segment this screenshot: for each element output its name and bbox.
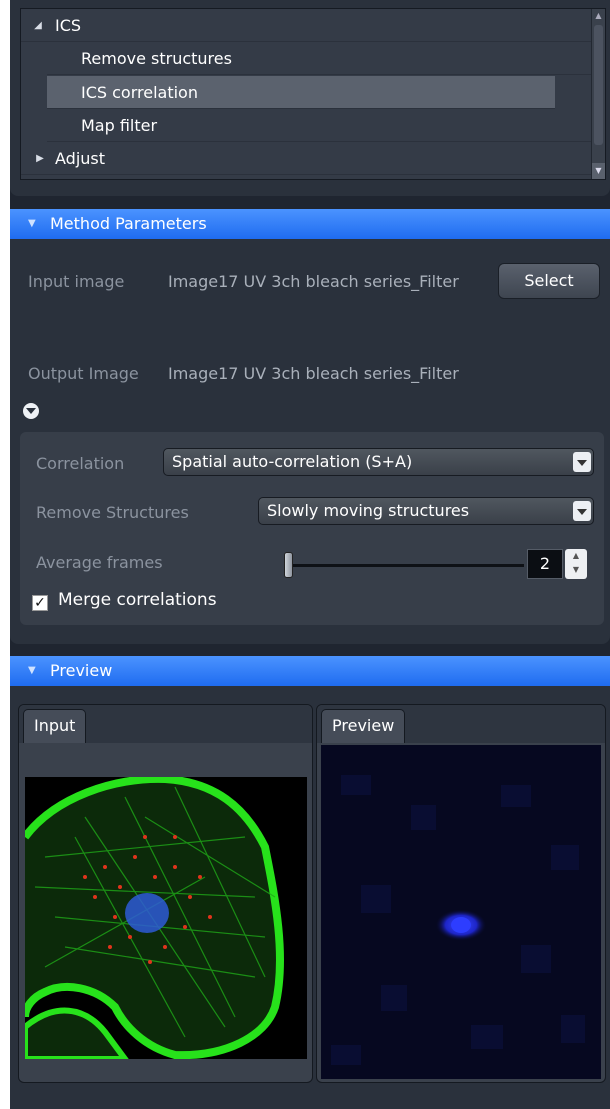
correlation-select[interactable]: Spatial auto-correlation (S+A) <box>163 448 594 476</box>
remove-structures-select[interactable]: Slowly moving structures <box>258 497 594 525</box>
correlation-map-image <box>321 745 601 1079</box>
image-processing-panel: ◢ ICS Remove structures ICS correlation … <box>10 0 610 1109</box>
cell-fluorescence-image <box>25 777 307 1059</box>
tree-item-ics-correlation[interactable]: ICS correlation <box>47 76 555 109</box>
tab-preview[interactable]: Preview <box>321 709 406 743</box>
merge-correlations-checkbox[interactable]: ✓ <box>32 595 48 611</box>
advanced-options-panel: Correlation Spatial auto-correlation (S+… <box>20 432 604 625</box>
section-title: Preview <box>50 661 113 680</box>
method-tree: ◢ ICS Remove structures ICS correlation … <box>20 8 606 180</box>
collapse-triangle-icon[interactable]: ▼ <box>28 656 36 686</box>
input-image-value: Image17 UV 3ch bleach series_Filter <box>168 272 459 291</box>
tree-item-map-filter[interactable]: Map filter <box>47 109 591 142</box>
preview-panel: Input Preview <box>10 686 610 1109</box>
average-frames-input[interactable]: 2 <box>527 549 563 579</box>
preview-image <box>321 745 601 1079</box>
input-image <box>25 777 307 1059</box>
average-frames-slider-track[interactable] <box>286 564 524 567</box>
output-image-label: Output Image <box>28 364 139 383</box>
method-parameters-header[interactable]: ▼ Method Parameters <box>10 209 610 239</box>
tree-item-ics[interactable]: ◢ ICS <box>21 9 591 42</box>
section-title: Method Parameters <box>50 214 207 233</box>
collapse-triangle-icon[interactable]: ▼ <box>28 209 36 239</box>
tab-input[interactable]: Input <box>23 709 87 743</box>
chevron-down-icon[interactable] <box>573 501 591 521</box>
chevron-down-icon[interactable] <box>573 452 591 472</box>
tree-item-adjust[interactable]: ▶ Adjust <box>21 142 591 175</box>
input-image-label: Input image <box>28 272 125 291</box>
correlation-label: Correlation <box>36 454 125 473</box>
tree-item-label: ICS correlation <box>81 83 198 102</box>
scroll-down-icon[interactable]: ▼ <box>592 163 605 179</box>
tree-item-label: Map filter <box>81 116 158 135</box>
average-frames-slider-thumb[interactable] <box>284 552 293 578</box>
expanded-triangle-icon[interactable]: ◢ <box>33 9 43 42</box>
tree-scrollbar[interactable]: ▲ ▼ <box>591 9 605 179</box>
tree-item-label: Remove structures <box>81 49 232 68</box>
method-parameters-panel: Input image Image17 UV 3ch bleach series… <box>10 239 610 644</box>
method-tree-frame: ◢ ICS Remove structures ICS correlation … <box>10 0 610 196</box>
output-image-value: Image17 UV 3ch bleach series_Filter <box>168 364 459 383</box>
select-button[interactable]: Select <box>498 263 600 299</box>
preview-header[interactable]: ▼ Preview <box>10 656 610 686</box>
tree-item-remove-structures[interactable]: Remove structures <box>47 42 591 75</box>
scroll-thumb[interactable] <box>594 25 603 145</box>
remove-structures-value: Slowly moving structures <box>267 501 470 520</box>
input-pane: Input <box>18 704 313 1083</box>
average-frames-label: Average frames <box>36 553 163 572</box>
correlation-value: Spatial auto-correlation (S+A) <box>172 452 413 471</box>
tree-item-label: Adjust <box>55 149 106 168</box>
spinner-arrows-icon[interactable]: ▲ ▼ <box>565 549 587 579</box>
expand-options-icon[interactable] <box>23 403 39 419</box>
scroll-up-icon[interactable]: ▲ <box>592 9 605 23</box>
tree-item-label: ICS <box>55 16 82 35</box>
remove-structures-label: Remove Structures <box>36 503 189 522</box>
merge-correlations-label: Merge correlations <box>58 590 217 610</box>
collapsed-triangle-icon[interactable]: ▶ <box>35 142 45 175</box>
preview-pane: Preview <box>316 704 606 1083</box>
